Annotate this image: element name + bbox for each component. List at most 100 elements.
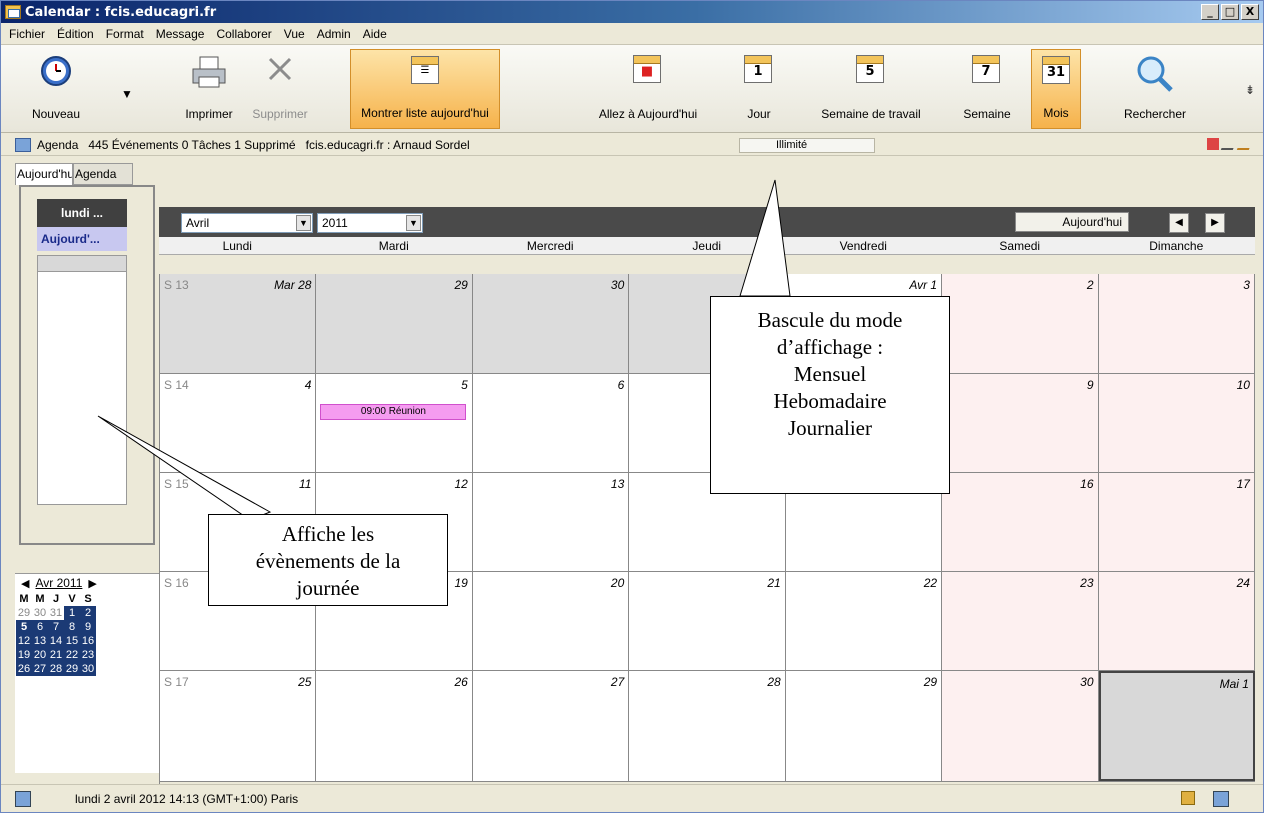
day-cell[interactable]: 20 bbox=[472, 572, 630, 670]
day-cell[interactable]: 5 09:00 Réunion bbox=[316, 374, 473, 472]
work-week-view-button[interactable]: 5 Semaine de travail bbox=[797, 49, 945, 129]
go-to-today-label: Allez à Aujourd'hui bbox=[598, 107, 698, 121]
week-row: S 17 25 26 27 28 29 30 Mai 1 bbox=[160, 671, 1255, 782]
menu-collaborer[interactable]: Collaborer bbox=[210, 27, 277, 41]
year-select[interactable]: 2011 ▼ bbox=[317, 213, 423, 233]
alarm-icon[interactable] bbox=[1207, 138, 1219, 150]
new-button[interactable]: Nouveau bbox=[21, 49, 91, 129]
view-toggle-icon[interactable] bbox=[15, 790, 31, 807]
calendar-event[interactable]: 09:00 Réunion bbox=[320, 404, 467, 420]
status-datetime: lundi 2 avril 2012 14:13 (GMT+1:00) Pari… bbox=[75, 791, 299, 806]
menu-aide[interactable]: Aide bbox=[357, 27, 393, 41]
account-text: fcis.educagri.fr : Arnaud Sordel bbox=[305, 137, 470, 152]
prev-month-button[interactable]: ◀ bbox=[1169, 213, 1189, 233]
day-cell[interactable]: 27 bbox=[472, 671, 630, 781]
print-button[interactable]: Imprimer bbox=[171, 49, 247, 129]
day-cell[interactable]: 30 bbox=[472, 274, 630, 373]
day-cell[interactable]: 3 bbox=[1098, 274, 1255, 373]
today-panel: lundi ... Aujourd'... bbox=[19, 185, 155, 545]
day-cell[interactable]: 29 bbox=[785, 671, 943, 781]
day-view-button[interactable]: 1 Jour bbox=[739, 49, 779, 129]
info-bar: Agenda 445 Événements 0 Tâches 1 Supprim… bbox=[1, 134, 1263, 156]
menu-format[interactable]: Format bbox=[100, 27, 150, 41]
day-cell[interactable]: 17 bbox=[1098, 473, 1255, 571]
calendar-grid-icon[interactable] bbox=[1213, 791, 1229, 807]
weekday-header-row: Lundi Mardi Mercredi Jeudi Vendredi Same… bbox=[159, 237, 1255, 255]
week-view-button[interactable]: 7 Semaine bbox=[949, 49, 1025, 129]
mini-prev-icon[interactable]: ◀ bbox=[21, 577, 29, 590]
show-today-list-button[interactable]: ☰ Montrer liste aujourd'hui bbox=[350, 49, 500, 129]
weekday-header: Mercredi bbox=[526, 239, 574, 253]
status-bar: lundi 2 avril 2012 14:13 (GMT+1:00) Pari… bbox=[1, 784, 1263, 812]
today-calendar-icon: ■ bbox=[633, 55, 661, 83]
day-cell[interactable]: 28 bbox=[629, 671, 786, 781]
tab-agenda[interactable]: Agenda bbox=[73, 163, 133, 185]
day-cell[interactable]: 16 bbox=[942, 473, 1099, 571]
next-month-button[interactable]: ▶ bbox=[1205, 213, 1225, 233]
mini-month-label[interactable]: Avr 2011 bbox=[35, 576, 82, 590]
menu-edition[interactable]: Édition bbox=[51, 27, 100, 41]
day-cell[interactable]: S 17 25 bbox=[160, 671, 317, 781]
day-cell[interactable]: 29 bbox=[316, 274, 473, 373]
month-view-button[interactable]: 31 Mois bbox=[1031, 49, 1081, 129]
edit-icon[interactable] bbox=[1236, 138, 1254, 150]
close-button[interactable]: X bbox=[1241, 4, 1259, 20]
day-cell[interactable]: 24 bbox=[1098, 572, 1255, 670]
mini-week-row[interactable]: 12 13 14 15 16 bbox=[15, 634, 159, 648]
window-title: Calendar : fcis.educagri.fr bbox=[25, 4, 217, 20]
day-cell[interactable]: 9 bbox=[942, 374, 1099, 472]
day-cell[interactable]: S 14 4 bbox=[160, 374, 317, 472]
delete-button[interactable]: Supprimer bbox=[243, 49, 317, 129]
daily-events-callout: Affiche les évènements de la journée bbox=[208, 514, 448, 606]
minimize-button[interactable]: _ bbox=[1201, 4, 1219, 20]
day-cell[interactable]: 10 bbox=[1098, 374, 1255, 472]
today-button[interactable]: Aujourd'hui bbox=[1015, 212, 1129, 232]
chevron-down-icon[interactable]: ▼ bbox=[406, 215, 421, 231]
search-button[interactable]: Rechercher bbox=[1109, 49, 1201, 129]
chevron-down-icon[interactable]: ▼ bbox=[296, 215, 311, 231]
mini-next-icon[interactable]: ▶ bbox=[88, 577, 96, 590]
mini-week-row[interactable]: 56789 bbox=[15, 620, 159, 634]
day-cell[interactable]: Mai 1 bbox=[1098, 671, 1255, 781]
menu-admin[interactable]: Admin bbox=[311, 27, 357, 41]
clock-icon bbox=[41, 56, 71, 86]
menu-vue[interactable]: Vue bbox=[278, 27, 311, 41]
new-dropdown-arrow-icon[interactable]: ▼ bbox=[121, 87, 133, 101]
mini-calendar: ◀ Avr 2011 ▶ MMJVS 29 30 31 1 2 56789 12 13 14… bbox=[15, 573, 159, 773]
counts-text: 445 Événements 0 Tâches 1 Supprimé bbox=[88, 137, 296, 152]
menu-fichier[interactable]: Fichier bbox=[3, 27, 51, 41]
work-week-calendar-icon: 5 bbox=[856, 55, 884, 83]
mini-week-row[interactable]: 26 27 28 29 30 bbox=[15, 662, 159, 676]
month-select[interactable]: Avril ▼ bbox=[181, 213, 313, 233]
mini-week-row[interactable]: 19 20 21 22 23 bbox=[15, 648, 159, 662]
week-row: S 144 509:00 Réunion 6 7 8 9 10 bbox=[160, 374, 1255, 473]
pencil-icon[interactable] bbox=[1220, 138, 1238, 150]
day-cell[interactable]: 26 bbox=[316, 671, 473, 781]
month-calendar-icon: 31 bbox=[1042, 56, 1070, 84]
day-cell[interactable]: 2 bbox=[942, 274, 1099, 373]
menu-message[interactable]: Message bbox=[150, 27, 211, 41]
day-cell[interactable]: 23 bbox=[942, 572, 1099, 670]
print-label: Imprimer bbox=[185, 107, 233, 121]
day-cell[interactable]: 30 bbox=[942, 671, 1099, 781]
maximize-button[interactable]: □ bbox=[1221, 4, 1239, 20]
weekday-header: Lundi bbox=[222, 239, 252, 253]
day-cell[interactable]: 13 bbox=[472, 473, 630, 571]
toolbar-overflow-icon[interactable]: ⇟ bbox=[1245, 83, 1255, 97]
day-cell[interactable]: 6 bbox=[472, 374, 630, 472]
mini-week-row[interactable]: 29 30 31 1 2 bbox=[15, 606, 159, 620]
mini-weekday-headers: MMJVS bbox=[19, 593, 92, 605]
tab-today[interactable]: Aujourd'hui bbox=[15, 163, 73, 185]
calendar-window: Calendar : fcis.educagri.fr _ □ X Fichie… bbox=[0, 0, 1264, 813]
day-cell[interactable]: S 13 Mar 28 bbox=[160, 274, 317, 373]
search-icon bbox=[1137, 56, 1173, 92]
go-to-today-button[interactable]: ■ Allez à Aujourd'hui bbox=[575, 49, 721, 129]
search-label: Rechercher bbox=[1123, 107, 1187, 121]
today-events-list[interactable] bbox=[37, 255, 127, 505]
today-day-header: lundi ... bbox=[37, 199, 127, 227]
day-cell[interactable]: 21 bbox=[629, 572, 786, 670]
title-bar: Calendar : fcis.educagri.fr _ □ X bbox=[1, 1, 1263, 23]
lock-icon[interactable] bbox=[1181, 791, 1195, 805]
day-cell[interactable]: 22 bbox=[785, 572, 943, 670]
week-row: S 13 Mar 28 29 30 31 Avr 1 2 3 bbox=[160, 274, 1255, 374]
